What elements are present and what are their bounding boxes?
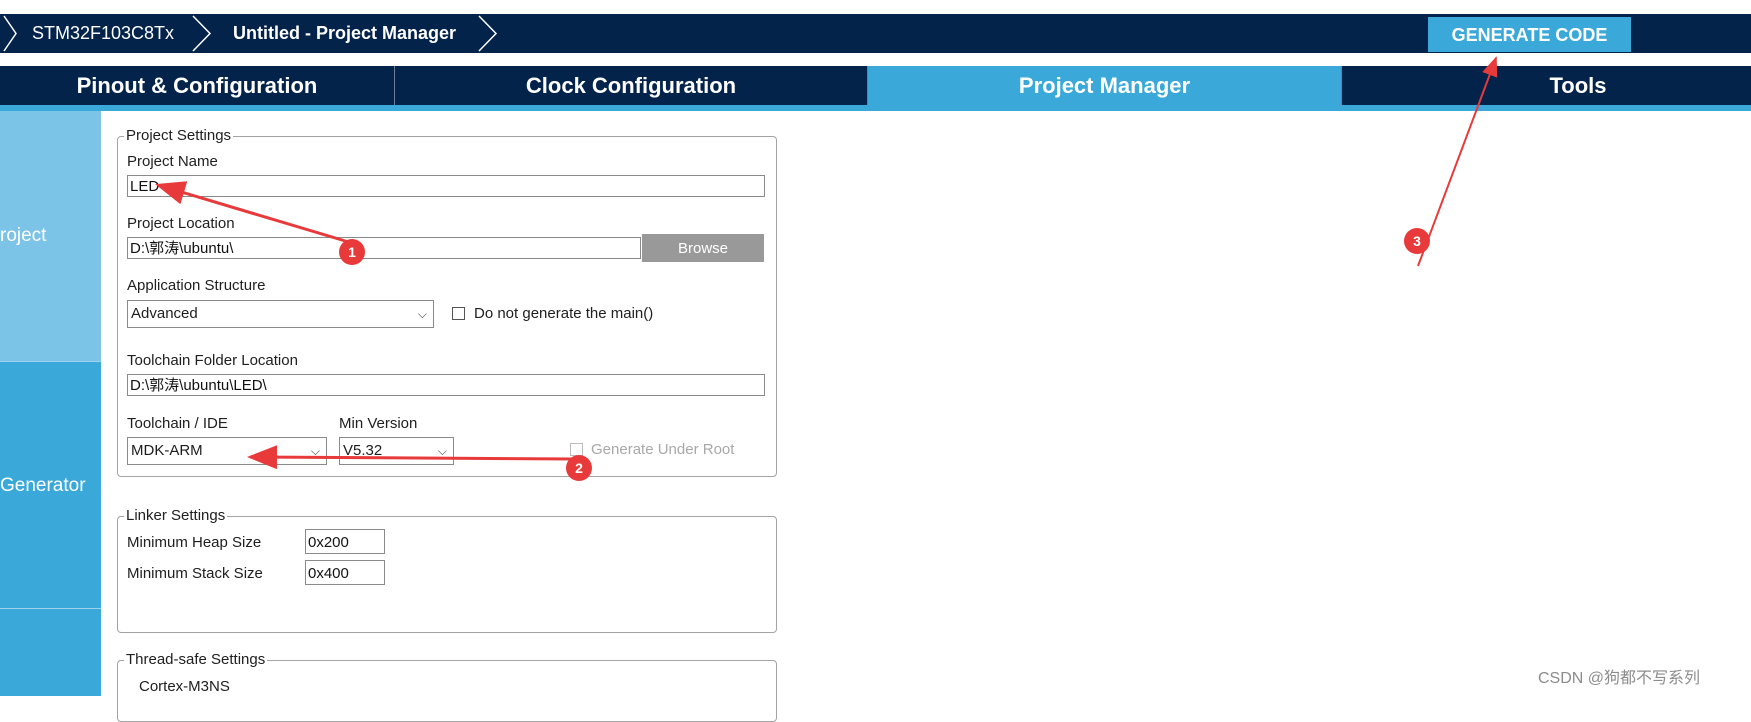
browse-button[interactable]: Browse: [642, 234, 764, 262]
tab-bar: Pinout & Configuration Clock Configurati…: [0, 66, 1751, 105]
sidebar-item-label: roject: [0, 225, 47, 246]
generate-under-root-checkbox[interactable]: [570, 443, 583, 456]
chevron-down-icon: ⌵: [417, 307, 427, 321]
application-structure-label: Application Structure: [127, 277, 266, 294]
project-location-label: Project Location: [127, 215, 235, 232]
spacer: [0, 53, 1751, 66]
no-main-label: Do not generate the main(): [474, 305, 654, 322]
top-strip: [0, 0, 1751, 14]
project-name-input[interactable]: LED: [127, 175, 765, 197]
no-main-checkbox[interactable]: [452, 307, 465, 320]
min-version-select[interactable]: V5.32 ⌵: [339, 437, 454, 465]
chevron-down-icon: ⌵: [310, 444, 320, 458]
min-version-value: V5.32: [343, 442, 383, 459]
project-settings-legend: Project Settings: [124, 127, 234, 145]
chevron-right-icon: [478, 15, 498, 52]
annotation-badge-1: 1: [339, 239, 365, 265]
generate-code-button[interactable]: GENERATE CODE: [1428, 17, 1631, 52]
heap-size-label: Minimum Heap Size: [127, 534, 262, 551]
stack-size-input[interactable]: 0x400: [305, 560, 385, 585]
linker-settings-panel: Linker Settings Minimum Heap Size 0x200 …: [117, 507, 777, 633]
annotation-badge-2: 2: [566, 455, 592, 481]
chevron-right-icon: [192, 15, 212, 52]
watermark: CSDN @狗都不写系列: [1538, 670, 1701, 687]
linker-settings-legend: Linker Settings: [124, 507, 228, 525]
annotation-badge-3: 3: [1404, 228, 1430, 254]
tab-tools[interactable]: Tools: [1342, 66, 1751, 105]
tab-clock-configuration[interactable]: Clock Configuration: [395, 66, 867, 105]
min-version-label: Min Version: [339, 415, 418, 432]
toolchain-folder-label: Toolchain Folder Location: [127, 352, 298, 369]
toolchain-ide-select[interactable]: MDK-ARM ⌵: [127, 437, 327, 465]
chevron-down-icon: ⌵: [437, 444, 447, 458]
project-name-label: Project Name: [127, 153, 218, 170]
breadcrumb-mcu[interactable]: STM32F103C8Tx: [32, 14, 174, 53]
thread-safe-legend: Thread-safe Settings: [124, 651, 268, 669]
breadcrumb-project[interactable]: Untitled - Project Manager: [233, 14, 456, 53]
thread-safe-settings-panel: Thread-safe Settings Cortex-M3NS: [117, 651, 777, 722]
application-structure-select[interactable]: Advanced ⌵: [127, 300, 434, 328]
heap-size-input[interactable]: 0x200: [305, 529, 385, 554]
tab-underline: [0, 105, 1751, 111]
sidebar-item-project[interactable]: roject: [0, 111, 101, 361]
tab-pinout-configuration[interactable]: Pinout & Configuration: [0, 66, 394, 105]
generate-under-root-label: Generate Under Root: [591, 441, 735, 458]
sidebar-item-advanced[interactable]: [0, 608, 101, 696]
sidebar-item-label: Generator: [0, 475, 86, 496]
tab-project-manager[interactable]: Project Manager: [868, 66, 1341, 105]
thread-safe-core-label: Cortex-M3NS: [139, 678, 230, 695]
application-structure-value: Advanced: [131, 305, 198, 322]
toolchain-ide-label: Toolchain / IDE: [127, 415, 228, 432]
toolchain-ide-value: MDK-ARM: [131, 442, 203, 459]
stack-size-label: Minimum Stack Size: [127, 565, 263, 582]
sidebar-item-code-generator[interactable]: Generator: [0, 361, 101, 609]
chevron-right-icon: [3, 15, 17, 52]
toolchain-folder-input[interactable]: D:\郭涛\ubuntu\LED\: [127, 374, 765, 396]
project-settings-panel: Project Settings Project Name LED Projec…: [117, 127, 777, 477]
project-location-input[interactable]: D:\郭涛\ubuntu\: [127, 237, 641, 259]
